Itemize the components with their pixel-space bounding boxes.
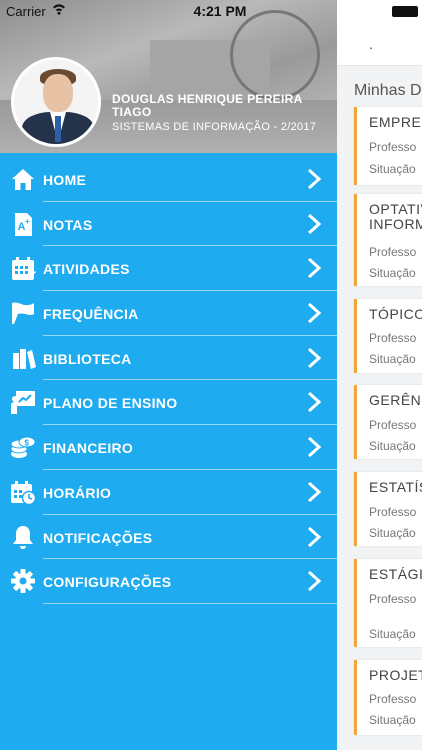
- menu-item-horario[interactable]: HORÁRIO: [0, 470, 337, 515]
- main-panel: . Minhas D EMPREE Professo Situação OPTA…: [337, 0, 422, 750]
- course-card[interactable]: ESTÁGIO Professo Situação: [354, 559, 422, 647]
- course-card[interactable]: PROJET Professo Situação: [354, 660, 422, 735]
- user-course: SISTEMAS DE INFORMAÇÃO - 2/2017: [112, 121, 317, 133]
- section-title: Minhas D: [354, 82, 422, 99]
- course-card[interactable]: TÓPICO Professo Situação: [354, 299, 422, 373]
- drawer-menu: HOME A + NOTAS ATIVIDADES FREQUÊNCIA BIB…: [0, 157, 337, 604]
- status-time: 4:21 PM: [193, 3, 247, 19]
- app-screen: . Minhas D EMPREE Professo Situação OPTA…: [0, 0, 422, 750]
- chevron-right-icon: [307, 392, 322, 413]
- course-professor: Professo: [369, 592, 417, 606]
- course-title: OPTATIV: [369, 201, 422, 217]
- menu-item-label: HORÁRIO: [43, 484, 112, 501]
- chevron-right-icon: [307, 168, 322, 190]
- menu-item-atividades[interactable]: ATIVIDADES: [0, 246, 337, 292]
- menu-item-frequencia[interactable]: FREQUÊNCIA: [0, 291, 337, 336]
- course-status: Situação: [369, 162, 416, 176]
- chevron-right-icon: [307, 258, 322, 279]
- course-title: PROJET: [369, 667, 422, 683]
- menu-item-plano-de-ensino[interactable]: PLANO DE ENSINO: [0, 380, 337, 426]
- course-status: Situação: [369, 627, 416, 641]
- chevron-right-icon: [307, 526, 322, 547]
- course-title: EMPREE: [369, 114, 422, 130]
- course-professor: Professo: [369, 692, 417, 706]
- course-professor: Professo: [369, 140, 417, 154]
- menu-item-notificacoes[interactable]: NOTIFICAÇÕES: [0, 515, 337, 560]
- chevron-right-icon: [307, 571, 322, 592]
- menu-item-label: HOME: [43, 172, 87, 188]
- course-card[interactable]: GERÊNC Professo Situação: [354, 385, 422, 459]
- flag-icon: [12, 302, 34, 325]
- menu-item-financeiro[interactable]: $ FINANCEIRO: [0, 425, 337, 470]
- course-professor: Professo: [369, 331, 417, 345]
- schedule-icon: [11, 480, 36, 505]
- battery-icon: [392, 6, 418, 17]
- grades-icon: A +: [15, 212, 32, 236]
- menu-item-biblioteca[interactable]: BIBLIOTECA: [0, 336, 337, 381]
- books-icon: [13, 348, 36, 369]
- chevron-right-icon: [307, 302, 322, 324]
- menu-item-label: CONFIGURAÇÕES: [43, 574, 172, 591]
- coins-icon: $: [10, 436, 36, 459]
- svg-text:$: $: [25, 439, 30, 448]
- menu-item-label: ATIVIDADES: [43, 261, 130, 278]
- course-status: Situação: [369, 352, 416, 366]
- chevron-right-icon: [307, 437, 322, 458]
- menu-item-label: NOTAS: [43, 216, 93, 233]
- course-professor: Professo: [369, 245, 417, 259]
- course-status: Situação: [369, 713, 416, 727]
- course-card[interactable]: OPTATIV INFORM Professo Situação: [354, 194, 422, 286]
- status-bar: Carrier 4:21 PM: [0, 0, 422, 22]
- menu-item-label: FREQUÊNCIA: [43, 306, 139, 323]
- course-status: Situação: [369, 526, 416, 540]
- course-card[interactable]: EMPREE Professo Situação: [354, 107, 422, 185]
- gear-icon: [11, 569, 35, 594]
- course-professor: Professo: [369, 418, 417, 432]
- menu-item-home[interactable]: HOME: [0, 157, 337, 202]
- chevron-right-icon: [307, 347, 322, 368]
- bell-icon: [13, 525, 33, 549]
- home-icon: [12, 169, 34, 190]
- chevron-right-icon: [307, 213, 322, 234]
- course-status: Situação: [369, 439, 416, 453]
- avatar[interactable]: [11, 57, 101, 147]
- chevron-right-icon: [307, 481, 322, 502]
- course-title: ESTÁGIO: [369, 566, 422, 582]
- navbar-title: .: [369, 36, 373, 52]
- user-name: DOUGLAS HENRIQUE PEREIRA TIAGO: [112, 92, 303, 119]
- course-status: Situação: [369, 266, 416, 280]
- course-card[interactable]: ESTATÍS Professo Situação: [354, 472, 422, 546]
- course-title: GERÊNC: [369, 392, 422, 408]
- presentation-icon: [11, 391, 35, 415]
- course-professor: Professo: [369, 505, 417, 519]
- course-title: ESTATÍS: [369, 479, 422, 495]
- menu-item-label: PLANO DE ENSINO: [43, 395, 178, 412]
- menu-item-configuracoes[interactable]: CONFIGURAÇÕES: [0, 559, 337, 604]
- course-title: TÓPICO: [369, 306, 422, 322]
- menu-item-label: NOTIFICAÇÕES: [43, 529, 153, 546]
- menu-item-label: BIBLIOTECA: [43, 350, 132, 367]
- calendar-icon: [12, 257, 36, 281]
- menu-item-notas[interactable]: A + NOTAS: [0, 202, 337, 247]
- svg-text:+: +: [25, 217, 30, 226]
- course-title-line2: INFORM: [369, 216, 422, 232]
- menu-item-label: FINANCEIRO: [43, 440, 134, 457]
- side-drawer: DOUGLAS HENRIQUE PEREIRA TIAGO SISTEMAS …: [0, 0, 337, 750]
